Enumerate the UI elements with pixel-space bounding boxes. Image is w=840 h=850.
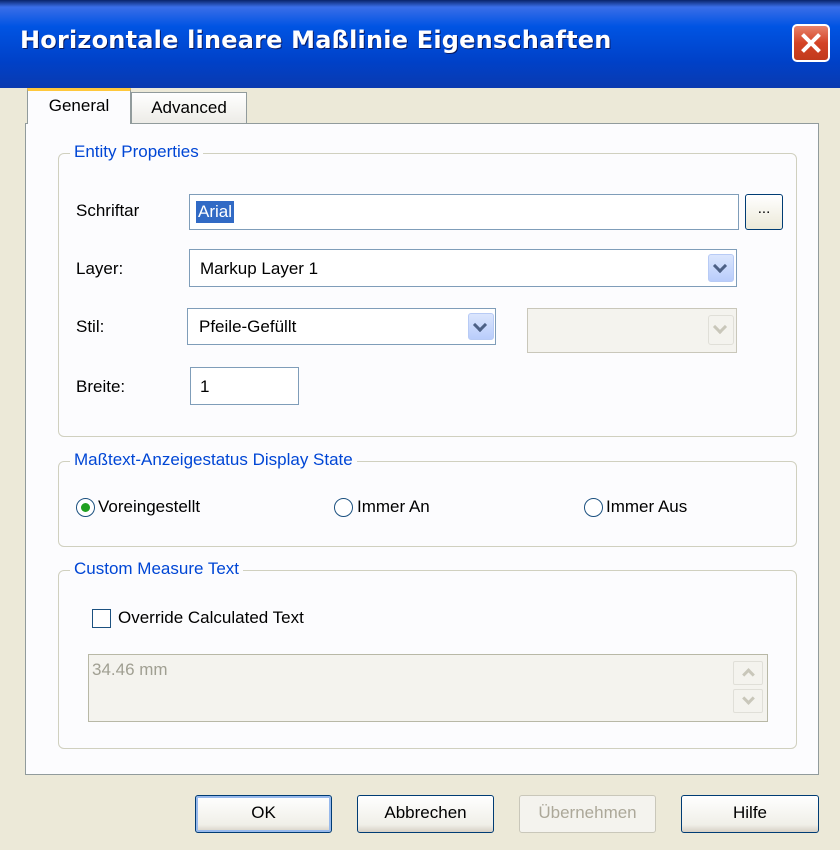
window-title: Horizontale lineare Maßlinie Eigenschaft…: [20, 26, 612, 54]
custom-text-value: 34.46 mm: [92, 660, 168, 679]
checkbox[interactable]: [92, 609, 111, 628]
chevron-down-icon[interactable]: [708, 254, 734, 282]
style-dropdown[interactable]: Pfeile-Gefüllt: [187, 308, 496, 345]
style-dropdown-value: Pfeile-Gefüllt: [199, 317, 297, 336]
radio-label: Immer Aus: [606, 497, 688, 516]
radio-button[interactable]: [334, 498, 353, 517]
help-button[interactable]: Hilfe: [681, 795, 819, 833]
title-bar[interactable]: Horizontale lineare Maßlinie Eigenschaft…: [0, 0, 840, 88]
width-input[interactable]: 1: [190, 367, 299, 405]
style-label: Stil:: [76, 317, 105, 336]
checkbox-label: Override Calculated Text: [118, 608, 304, 627]
radio-label: Immer An: [357, 497, 430, 516]
apply-button[interactable]: Übernehmen: [519, 795, 656, 833]
layer-label: Layer:: [76, 259, 124, 278]
display-state-legend: Maßtext-Anzeigestatus Display State: [70, 450, 357, 470]
chevron-down-icon[interactable]: [468, 313, 494, 340]
radio-button[interactable]: [76, 498, 95, 517]
font-label: Schriftar: [76, 201, 140, 220]
style-secondary-dropdown[interactable]: [527, 308, 737, 353]
font-field-value: Arial: [196, 201, 235, 223]
custom-text-area[interactable]: 34.46 mm: [88, 654, 768, 722]
scroll-down-icon: [733, 689, 763, 713]
layer-dropdown-value: Markup Layer 1: [200, 259, 319, 278]
ok-button[interactable]: OK: [195, 795, 332, 833]
cancel-button[interactable]: Abbrechen: [357, 795, 494, 833]
chevron-down-icon: [708, 315, 734, 345]
layer-dropdown[interactable]: Markup Layer 1: [189, 249, 737, 287]
radio-label: Voreingestellt: [98, 497, 201, 516]
radio-button[interactable]: [584, 498, 603, 517]
width-label: Breite:: [76, 377, 126, 396]
font-browse-button[interactable]: ...: [745, 194, 783, 230]
width-input-value: 1: [200, 377, 210, 396]
tab-advanced[interactable]: Advanced: [131, 92, 247, 124]
font-field[interactable]: Arial: [189, 194, 739, 230]
entity-properties-legend: Entity Properties: [70, 142, 203, 162]
scroll-up-icon: [733, 661, 763, 685]
tab-general[interactable]: General: [27, 88, 131, 124]
close-icon[interactable]: [792, 24, 830, 62]
custom-measure-text-legend: Custom Measure Text: [70, 559, 244, 579]
